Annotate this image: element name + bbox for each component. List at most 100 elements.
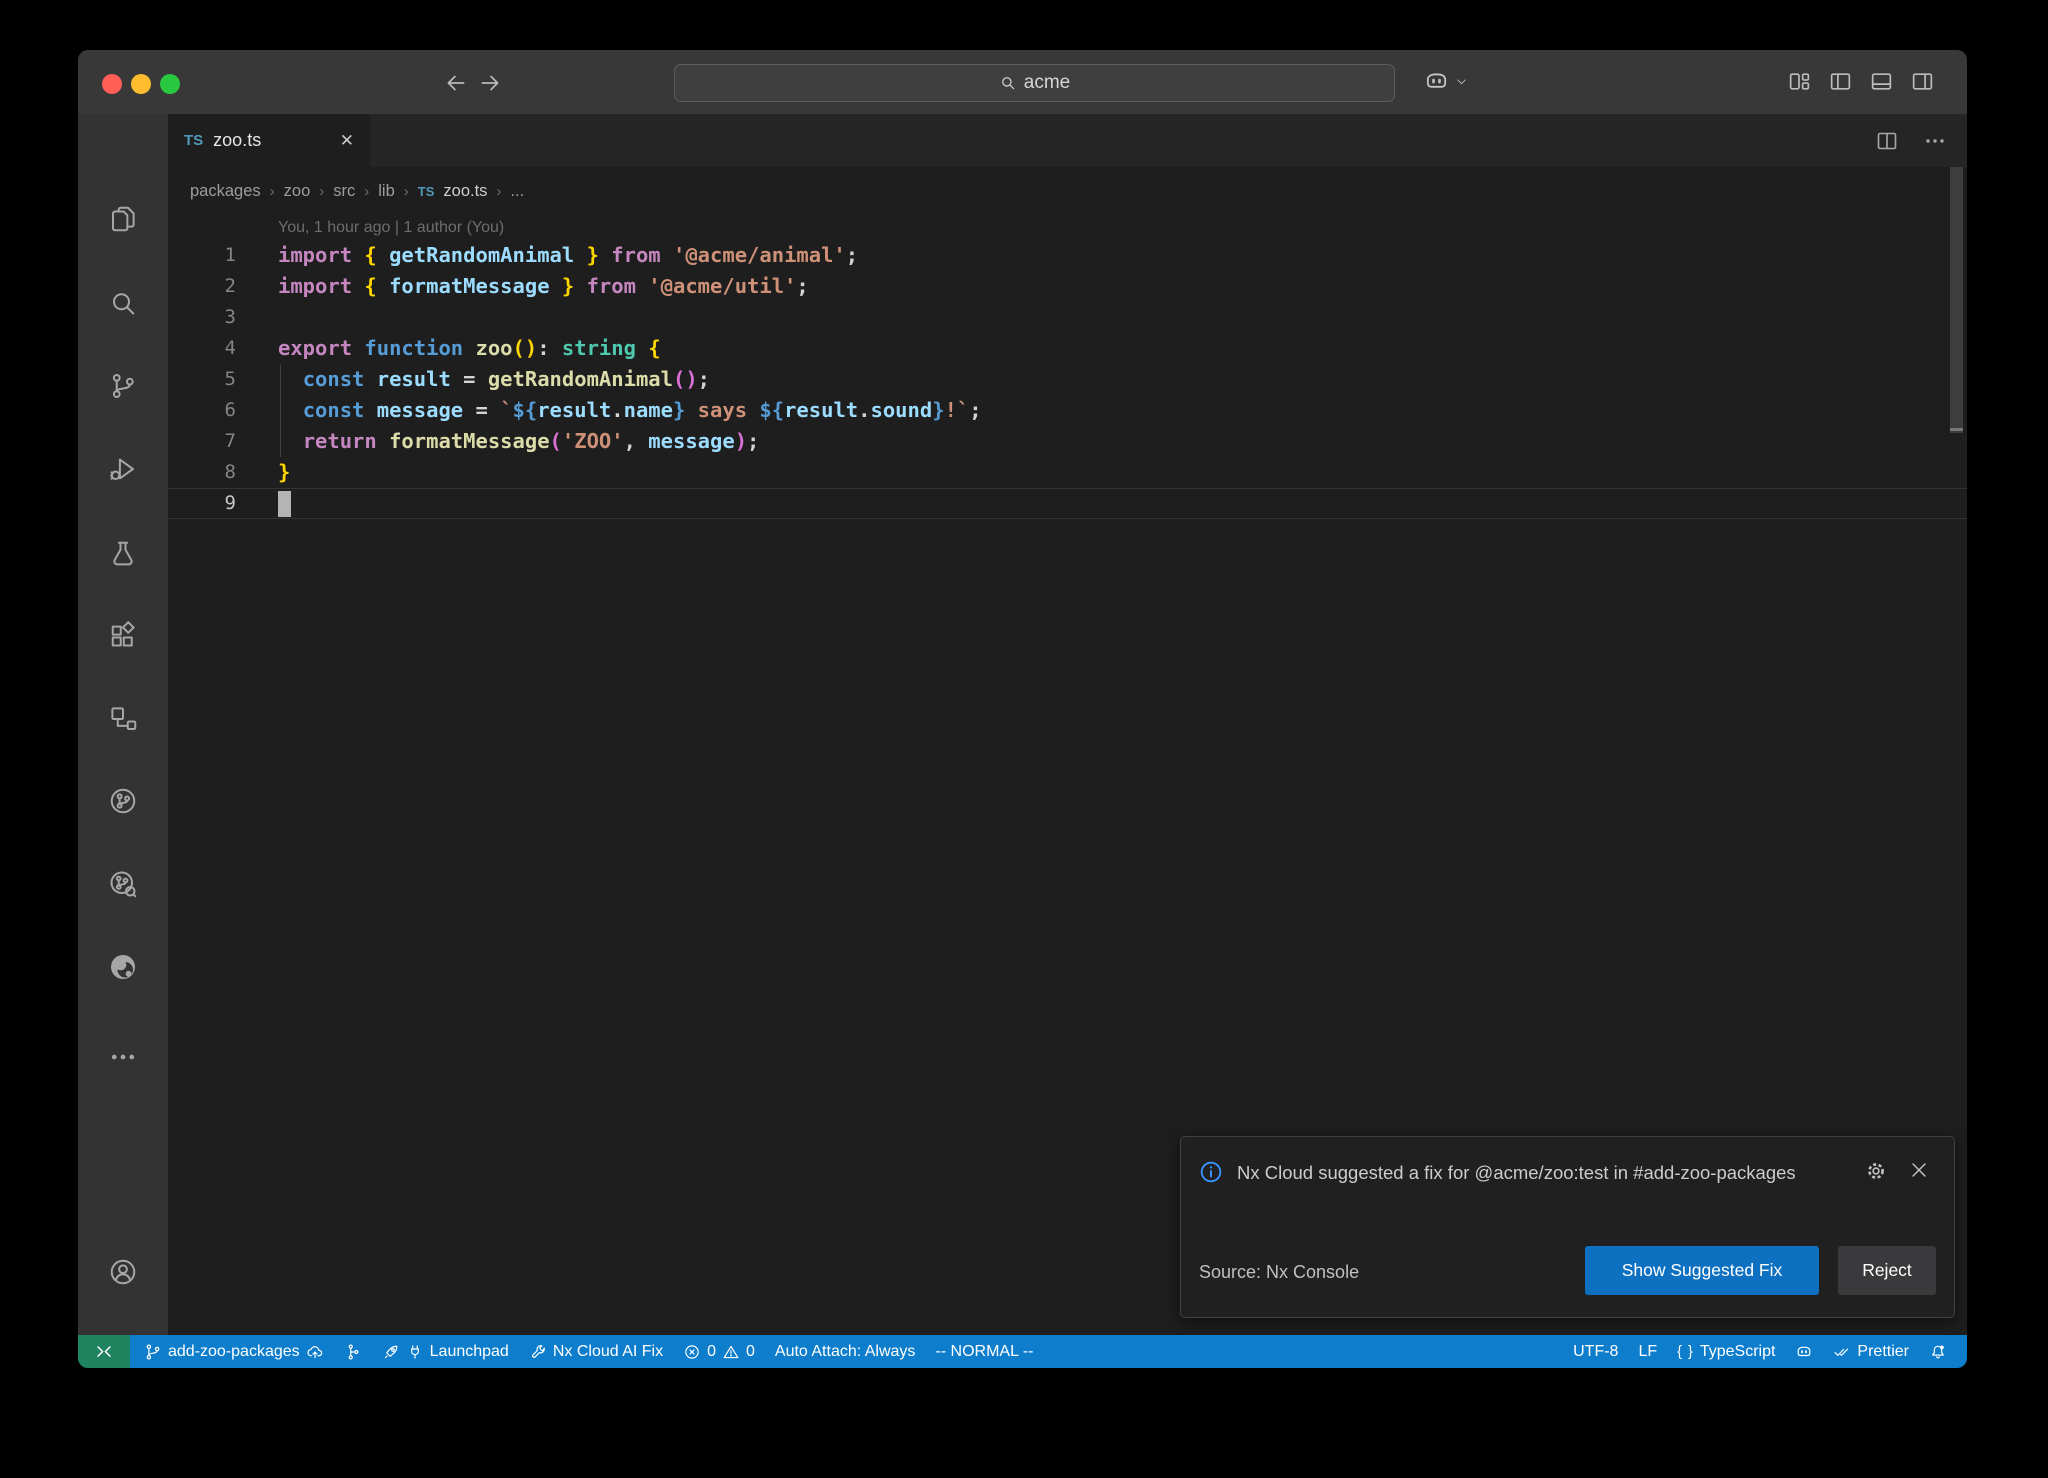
notification-close-icon[interactable] <box>1908 1159 1930 1181</box>
close-window-button[interactable] <box>102 74 122 94</box>
line-number: 8 <box>168 457 236 488</box>
code-line-1[interactable]: 1import { getRandomAnimal } from '@acme/… <box>168 240 1967 271</box>
sidebar-item-run-and-debug[interactable] <box>108 454 138 484</box>
editor-actions <box>1875 114 1947 167</box>
scrollbar-cursor-marker <box>1950 428 1963 431</box>
vertical-scrollbar[interactable] <box>1950 167 1963 433</box>
code-text: import { getRandomAnimal } from '@acme/a… <box>278 240 858 271</box>
customize-layout-icon[interactable] <box>1787 69 1812 94</box>
code-line-8[interactable]: 8} <box>168 457 1967 488</box>
toggle-panel-icon[interactable] <box>1869 69 1894 94</box>
warning-count: 0 <box>746 1343 755 1361</box>
branch-search-icon <box>108 869 138 899</box>
language-mode-status[interactable]: { } TypeScript <box>1667 1335 1785 1368</box>
formatter-label: Prettier <box>1857 1343 1909 1361</box>
vim-mode-status[interactable]: -- NORMAL -- <box>925 1335 1043 1368</box>
title-bar: acme <box>78 50 1967 114</box>
chevron-right-icon: › <box>319 183 324 200</box>
encoding-status[interactable]: UTF-8 <box>1563 1335 1628 1368</box>
git-branch-status[interactable]: add-zoo-packages <box>134 1335 334 1368</box>
status-bar-left: add-zoo-packages Launchpad Nx Cloud AI F… <box>130 1335 1044 1368</box>
error-icon <box>683 1343 701 1361</box>
formatter-status[interactable]: Prettier <box>1823 1335 1919 1368</box>
sidebar-item-nx-console[interactable] <box>108 704 138 734</box>
sidebar-item-source-control-graph[interactable] <box>108 869 138 899</box>
tab-zoo-ts[interactable]: TS zoo.ts ✕ <box>168 114 370 167</box>
code-line-4[interactable]: 4export function zoo(): string { <box>168 333 1967 364</box>
braces-icon: { } <box>1677 1344 1694 1360</box>
ellipsis-icon <box>108 1042 138 1072</box>
back-arrow-icon[interactable] <box>443 70 469 96</box>
traffic-lights <box>102 74 180 94</box>
copilot-icon <box>1423 68 1450 95</box>
breadcrumb: packages › zoo › src › lib › TS zoo.ts ›… <box>168 167 1967 215</box>
zoom-window-button[interactable] <box>160 74 180 94</box>
minimize-window-button[interactable] <box>131 74 151 94</box>
code-line-2[interactable]: 2import { formatMessage } from '@acme/ut… <box>168 271 1967 302</box>
nx-cloud-ai-fix-status[interactable]: Nx Cloud AI Fix <box>519 1335 673 1368</box>
tab-label: zoo.ts <box>213 130 261 151</box>
code-text: } <box>278 457 290 488</box>
sidebar-item-source-control[interactable] <box>108 371 138 401</box>
sidebar-item-github-pull-requests[interactable] <box>108 786 138 816</box>
sidebar-item-additional-views[interactable] <box>108 1042 138 1072</box>
sidebar-item-edge-devtools[interactable] <box>108 952 138 982</box>
copilot-icon <box>1795 1343 1813 1361</box>
status-bar: add-zoo-packages Launchpad Nx Cloud AI F… <box>78 1335 1967 1368</box>
copilot-status[interactable] <box>1785 1335 1823 1368</box>
eol-status[interactable]: LF <box>1628 1335 1667 1368</box>
toggle-secondary-sidebar-icon[interactable] <box>1910 69 1935 94</box>
sidebar-item-explorer[interactable] <box>108 204 138 234</box>
breadcrumb-tail[interactable]: ... <box>510 182 524 201</box>
code-line-9[interactable]: 9 <box>168 488 1967 519</box>
auto-attach-status[interactable]: Auto Attach: Always <box>765 1335 926 1368</box>
problems-status[interactable]: 0 0 <box>673 1335 765 1368</box>
notification-settings-gear-icon[interactable] <box>1864 1159 1888 1183</box>
search-icon <box>108 289 138 319</box>
vim-block-cursor <box>278 491 291 517</box>
sidebar-item-testing[interactable] <box>108 539 138 569</box>
warning-icon <box>722 1343 740 1361</box>
show-suggested-fix-button[interactable]: Show Suggested Fix <box>1585 1246 1819 1295</box>
reject-button[interactable]: Reject <box>1838 1246 1936 1295</box>
more-actions-icon[interactable] <box>1923 129 1947 153</box>
notifications-bell[interactable] <box>1919 1335 1957 1368</box>
sidebar-item-search[interactable] <box>108 289 138 319</box>
code-text: const result = getRandomAnimal(); <box>278 364 710 395</box>
notification-toast: Nx Cloud suggested a fix for @acme/zoo:t… <box>1180 1136 1955 1318</box>
split-editor-icon[interactable] <box>1875 129 1899 153</box>
nx-cloud-ai-fix-label: Nx Cloud AI Fix <box>553 1343 663 1361</box>
forward-arrow-icon[interactable] <box>477 70 503 96</box>
accounts-button[interactable] <box>108 1257 138 1287</box>
remote-indicator[interactable] <box>78 1335 130 1368</box>
toggle-primary-sidebar-icon[interactable] <box>1828 69 1853 94</box>
breadcrumb-segment[interactable]: zoo <box>284 182 311 201</box>
copilot-menu[interactable] <box>1423 68 1468 95</box>
line-number: 6 <box>168 395 236 426</box>
code-line-5[interactable]: 5 const result = getRandomAnimal(); <box>168 364 1967 395</box>
branch-icon <box>144 1343 162 1361</box>
close-tab-icon[interactable]: ✕ <box>340 132 354 149</box>
history-nav <box>443 70 511 96</box>
account-icon <box>108 1257 138 1287</box>
extensions-icon <box>108 621 138 651</box>
search-value: acme <box>1024 72 1070 94</box>
branch-name: add-zoo-packages <box>168 1343 300 1361</box>
line-number: 3 <box>168 302 236 333</box>
line-number: 5 <box>168 364 236 395</box>
code-line-7[interactable]: 7 return formatMessage('ZOO', message); <box>168 426 1967 457</box>
nx-status-item[interactable] <box>334 1335 372 1368</box>
launchpad-label: Launchpad <box>430 1343 509 1361</box>
code-line-3[interactable]: 3 <box>168 302 1967 333</box>
breadcrumb-segment[interactable]: src <box>333 182 355 201</box>
breadcrumb-segment[interactable]: packages <box>190 182 261 201</box>
breadcrumb-segment[interactable]: lib <box>378 182 395 201</box>
command-center-search[interactable]: acme <box>674 64 1395 102</box>
wrench-icon <box>529 1343 547 1361</box>
code-line-6[interactable]: 6 const message = `${result.name} says $… <box>168 395 1967 426</box>
gitlens-launchpad[interactable]: Launchpad <box>372 1335 519 1368</box>
sidebar-item-extensions[interactable] <box>108 621 138 651</box>
breadcrumb-file[interactable]: zoo.ts <box>443 182 487 201</box>
chevron-right-icon: › <box>270 183 275 200</box>
beaker-icon <box>108 539 138 569</box>
